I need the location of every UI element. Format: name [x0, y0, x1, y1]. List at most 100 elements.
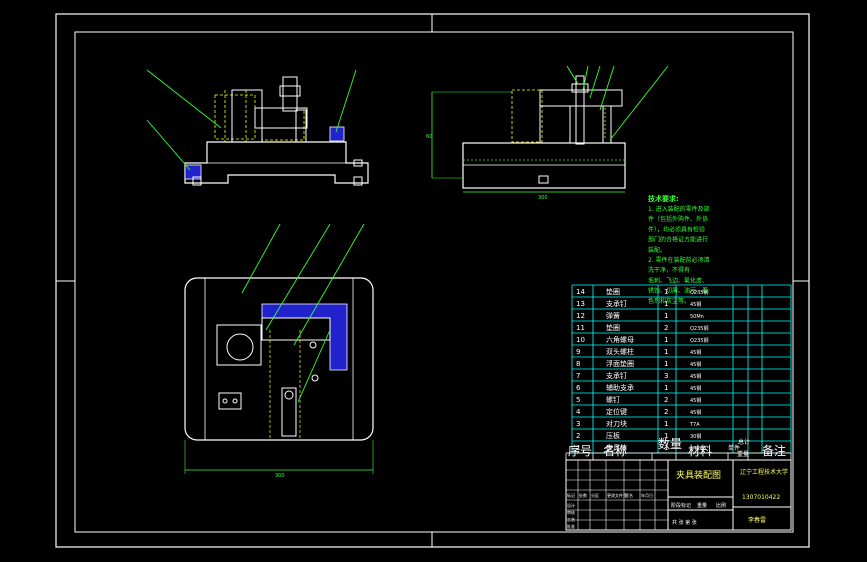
tech-notes-heading: 技术要求: [648, 194, 679, 203]
tech-note-line: 件（包括外购件、外协 [648, 215, 708, 223]
setting-block-plan [218, 392, 242, 410]
bom-cell-no: 5 [576, 396, 580, 404]
tech-note-line: 2. 零件在装配前必须清 [648, 256, 710, 264]
bom-cell-no: 6 [576, 384, 581, 392]
tb-mark-label: 签名 [625, 492, 633, 498]
bom-cell-name: 双头螺柱 [606, 347, 634, 356]
bom-header-name: 名称 [603, 443, 627, 458]
bom-cell-material: Q235钢 [690, 337, 708, 344]
bom-cell-material: 45钢 [690, 397, 701, 404]
tb-role-label: 批准 [567, 523, 575, 529]
screw-hole [222, 398, 228, 404]
bom-cell-name: 弹簧 [606, 311, 620, 320]
bom-cell-no: 3 [576, 420, 580, 428]
bom-cell-qty: 1 [664, 420, 668, 428]
pin-plan [284, 390, 294, 400]
bom-cell-qty: 1 [664, 312, 668, 320]
leader-line [297, 329, 331, 403]
side-view: 60 300 [426, 65, 669, 201]
bom-cell-qty: 2 [664, 396, 668, 404]
bom-cell-name: 对刀块 [606, 419, 627, 428]
bom-header-material: 材料 [688, 444, 712, 458]
stage-label-c: 比例 [716, 502, 726, 509]
tb-mark-label: 年月日 [641, 492, 653, 498]
base-slot [353, 176, 363, 186]
bom-cell-qty: 1 [664, 300, 668, 308]
leader-line [293, 223, 365, 346]
nut-side [571, 83, 589, 93]
bom-cell-qty: 1 [664, 348, 668, 356]
bom-cell-no: 13 [576, 300, 585, 308]
stud-side [575, 75, 585, 145]
bom-cell-name: 定位键 [606, 407, 627, 416]
pin-front [295, 109, 307, 143]
bom-cell-no: 8 [576, 360, 580, 368]
tb-mark-label: 处数 [579, 492, 587, 498]
bore-circle-plan [226, 333, 254, 361]
pin-plan [311, 374, 319, 382]
bom-cell-material: 45钢 [690, 409, 701, 416]
stage-label-b: 重量 [697, 502, 707, 509]
tech-note-line: 毛刺、飞边、氧化皮、 [648, 276, 708, 284]
bom-table: 14 垫圈 1 Q235钢13 支承钉 1 45钢12 弹簧 1 50Mn11 垫圈 2 Q235钢10… [565, 284, 792, 460]
side-slot [538, 175, 549, 184]
tech-note-line: 1. 进入装配的零件及部 [648, 205, 710, 213]
bom-header-total: 总计 [738, 438, 750, 446]
bom-cell-no: 4 [576, 408, 581, 416]
leader-line [241, 223, 281, 294]
tb-role-label: 工艺 [567, 517, 575, 522]
tb-role-label: 设计 [567, 502, 575, 508]
bom-cell-no: 10 [576, 336, 585, 344]
drawing-title: 夹具装配图 [676, 469, 721, 481]
bom-header-note: 备注 [762, 443, 786, 458]
bom-header-qty: 数量 [658, 436, 682, 451]
clamp-plate-front [254, 107, 308, 129]
bom-cell-qty: 1 [664, 384, 668, 392]
fixture-body-front [184, 141, 369, 184]
dim-height-side: 60 [426, 134, 432, 140]
bom-cell-qty: 2 [664, 324, 668, 332]
tb-role-label: 审核 [567, 509, 575, 515]
bom-cell-name: 六角螺母 [606, 335, 634, 344]
clamp-plate-plan [261, 317, 331, 341]
tech-note-line: 装配。 [648, 246, 666, 254]
leader-line [589, 65, 601, 99]
bom-cell-material: Q235钢 [690, 289, 708, 296]
hidden-support-side [511, 89, 543, 143]
hidden-support-front [214, 94, 256, 140]
bom-cell-name: 辅助支承 [606, 383, 634, 392]
tech-note-line: 件），均必须具有检验 [648, 225, 705, 233]
stage-label-a: 阶段标记 [671, 502, 691, 509]
leader-line [566, 65, 579, 85]
bom-cell-no: 2 [576, 432, 580, 440]
bom-cell-material: 50Mn [690, 314, 704, 320]
aux-support-plan [281, 387, 297, 437]
bom-cell-material: Q235钢 [690, 325, 708, 332]
pin-plan [309, 341, 317, 349]
bom-cell-name: 压板 [606, 431, 620, 440]
hidden-bolt-front [261, 107, 305, 141]
tech-note-line: 部门的合格证方能进行 [648, 236, 708, 244]
support-block-side [539, 105, 571, 144]
screw-hole [232, 398, 238, 404]
title-block: 标记 处数 分区 更改文件号签名 年月日设计审核工艺批准 夹具装配图 辽宁工程技术大学 … [565, 459, 792, 531]
bom-cell-qty: 1 [664, 360, 668, 368]
bom-cell-material: 45钢 [690, 361, 701, 368]
bom-cell-material: 45钢 [690, 301, 701, 308]
tb-mark-label: 更改文件号 [607, 492, 627, 498]
bom-cell-name: 垫圈 [606, 287, 620, 296]
bom-cell-material: 45钢 [690, 373, 701, 380]
student-number: 1307010422 [742, 494, 780, 501]
tech-note-line: 色剂和灰尘等。 [648, 297, 690, 305]
support-block-plan [216, 324, 262, 366]
bom-cell-no: 11 [576, 324, 585, 332]
leader-line [609, 65, 669, 141]
fixture-body-side [462, 142, 626, 189]
sheet-count: 共 张 第 张 [672, 519, 697, 526]
bom-cell-name: 支承钉 [606, 299, 627, 308]
bom-cell-name: 垫圈 [606, 323, 620, 332]
bom-cell-name: 支承钉 [606, 371, 627, 380]
bom-cell-name: 螺钉 [606, 395, 620, 404]
bom-cell-no: 9 [576, 348, 580, 356]
bom-header-no: 序号 [568, 443, 592, 458]
